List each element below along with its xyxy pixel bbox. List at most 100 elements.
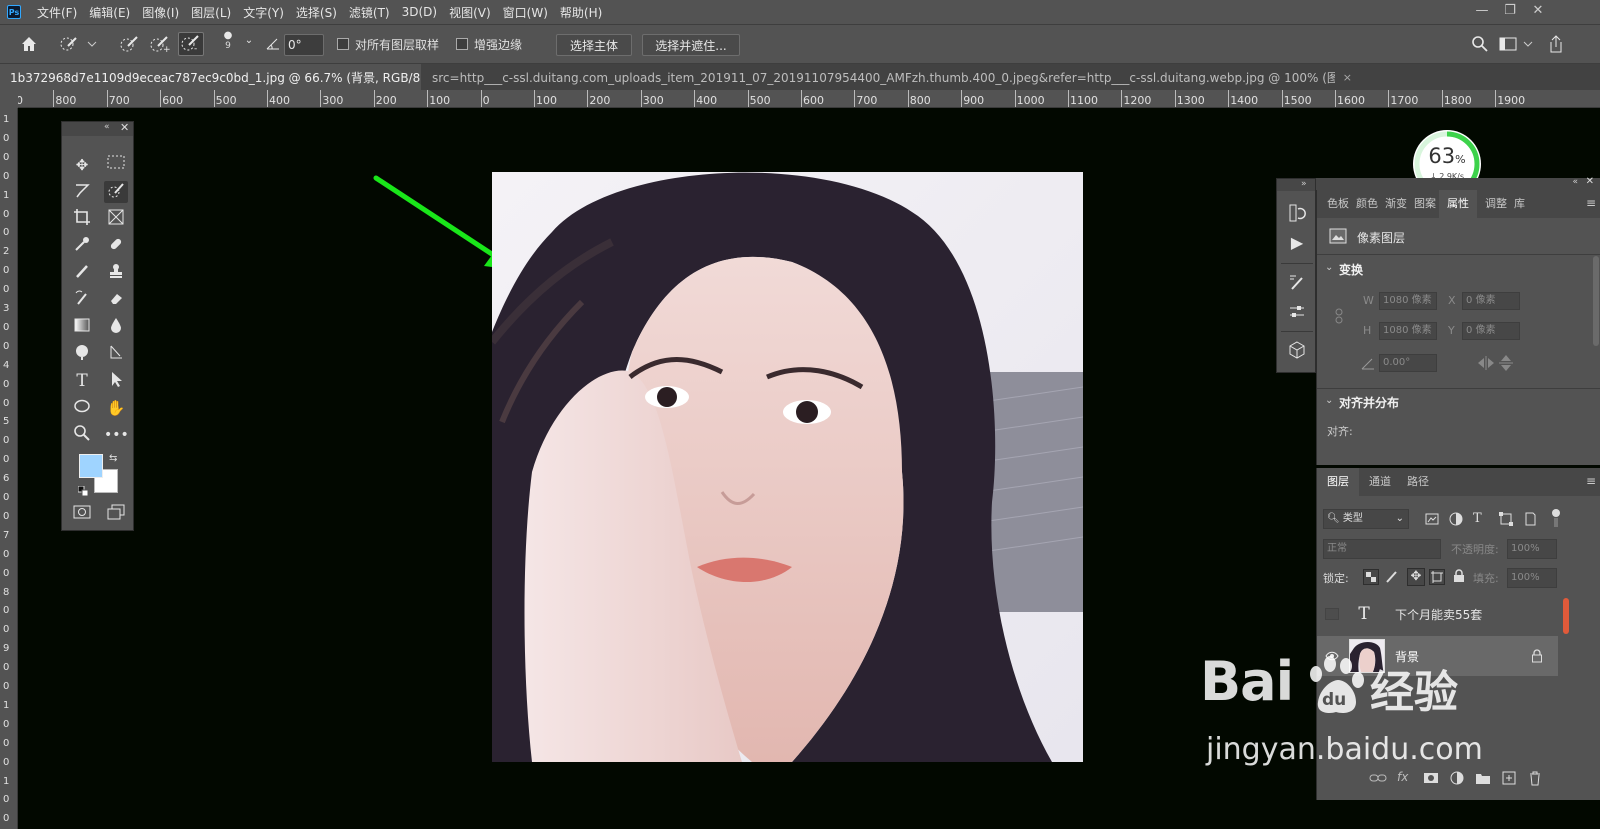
brush-settings-icon[interactable] [1286, 273, 1308, 297]
x-field[interactable]: 0 像素 [1462, 292, 1520, 310]
menu-file[interactable]: 文件(F) [31, 4, 83, 21]
tools-panel-header[interactable]: « ✕ [62, 121, 133, 136]
filter-shape-icon[interactable] [1499, 512, 1513, 526]
subtract-from-selection-brush-icon[interactable]: - [178, 32, 204, 56]
chevron-down-icon[interactable]: ⌄ [1325, 262, 1333, 273]
restore-icon[interactable]: ❐ [1500, 3, 1520, 21]
link-icon[interactable] [1333, 308, 1345, 324]
add-to-selection-brush-icon[interactable]: + [148, 34, 172, 58]
filter-type-icon[interactable]: T [1473, 511, 1482, 526]
swap-colors-icon[interactable]: ⇆ [109, 453, 117, 464]
lock-all-icon[interactable] [1453, 569, 1467, 585]
properties-scrollbar[interactable] [1593, 256, 1599, 346]
close-icon[interactable]: ✕ [1586, 176, 1594, 187]
tab-color[interactable]: 颜色 [1356, 190, 1378, 218]
vertical-ruler[interactable]: 1 0 0 0 1 0 0 2 0 0 3 0 0 4 0 0 5 0 0 6 0 0 7 0 0 8 0 0 9 0 0 1 0 0 0 1 0 0 [0, 108, 18, 829]
tab-patterns[interactable]: 图案 [1414, 190, 1436, 218]
hand-tool-icon[interactable]: ✋ [104, 397, 128, 419]
share-icon[interactable] [1546, 34, 1566, 58]
visibility-toggle-off[interactable] [1325, 608, 1339, 620]
trash-icon[interactable] [1527, 770, 1543, 786]
enhance-edge-checkbox[interactable] [456, 38, 468, 50]
quick-selection-preset-icon[interactable] [58, 34, 98, 58]
default-colors-icon[interactable] [77, 485, 89, 497]
angle-input[interactable]: 0° [284, 34, 324, 56]
layer-row-text[interactable]: T 下个月能卖55套 [1317, 594, 1558, 634]
quick-selection-tool-icon[interactable] [104, 181, 128, 203]
lock-artboard-icon[interactable] [1429, 569, 1445, 585]
tab-adjustments[interactable]: 调整 [1485, 190, 1507, 218]
3d-cube-icon[interactable] [1286, 341, 1308, 363]
foreground-color-swatch[interactable] [79, 454, 103, 478]
close-icon[interactable]: ✕ [120, 121, 129, 134]
pen-tool-icon[interactable] [104, 343, 128, 365]
tab-document-1[interactable]: 1b372968d7e1109d9eceac787ec9c0bd_1.jpg @… [0, 64, 421, 90]
select-subject-button[interactable]: 选择主体 [556, 34, 632, 56]
portrait-photo[interactable] [492, 172, 1083, 762]
close-icon[interactable]: × [1343, 71, 1352, 84]
panel-menu-icon[interactable]: ≡ [1586, 196, 1596, 210]
panel-menu-icon[interactable]: ≡ [1586, 474, 1596, 488]
filter-pixel-icon[interactable] [1425, 512, 1439, 526]
lock-pixels-icon[interactable] [1385, 569, 1401, 585]
menu-help[interactable]: 帮助(H) [554, 4, 608, 21]
blur-tool-icon[interactable] [104, 316, 128, 338]
dodge-tool-icon[interactable] [70, 343, 94, 365]
home-icon[interactable] [18, 35, 40, 57]
more-tools-icon[interactable]: ••• [104, 424, 129, 446]
quick-mask-icon[interactable] [70, 504, 94, 526]
type-tool-icon[interactable]: T [70, 370, 94, 392]
new-layer-icon[interactable] [1501, 770, 1517, 786]
move-tool-icon[interactable]: ✥ [70, 154, 94, 176]
menu-3d[interactable]: 3D(D) [396, 5, 443, 19]
screen-mode-icon[interactable] [104, 504, 128, 526]
menu-view[interactable]: 视图(V) [443, 4, 497, 21]
tab-channels[interactable]: 通道 [1369, 468, 1391, 496]
tab-swatches[interactable]: 色板 [1327, 190, 1349, 218]
collapse-icon[interactable]: « [104, 122, 110, 132]
eraser-tool-icon[interactable] [104, 289, 128, 311]
height-field[interactable]: 1080 像素 [1379, 322, 1437, 340]
brush-size-picker[interactable]: ● 9 [218, 31, 238, 52]
chevron-down-icon[interactable]: ⌄ [1325, 395, 1333, 406]
filter-toggle[interactable] [1551, 508, 1561, 528]
marquee-tool-icon[interactable] [104, 154, 128, 176]
menu-type[interactable]: 文字(Y) [237, 4, 290, 21]
sample-all-layers-checkbox[interactable] [337, 38, 349, 50]
expand-icon[interactable]: » [1277, 179, 1315, 191]
menu-select[interactable]: 选择(S) [290, 4, 343, 21]
flip-horizontal-icon[interactable] [1477, 356, 1495, 370]
healing-brush-tool-icon[interactable] [104, 235, 128, 257]
history-panel-icon[interactable] [1286, 203, 1308, 227]
path-selection-tool-icon[interactable] [104, 370, 128, 392]
search-icon[interactable] [1470, 35, 1490, 57]
tab-paths[interactable]: 路径 [1407, 468, 1429, 496]
filter-adjustment-icon[interactable] [1449, 512, 1463, 526]
lasso-tool-icon[interactable] [70, 181, 94, 203]
frame-tool-icon[interactable] [104, 208, 128, 230]
ellipse-tool-icon[interactable] [70, 397, 94, 419]
gradient-tool-icon[interactable] [70, 316, 94, 338]
horizontal-ruler[interactable]: 0800700600500400300200100010020030040050… [18, 90, 1600, 108]
tab-layers[interactable]: 图层 [1317, 468, 1359, 496]
new-selection-brush-icon[interactable] [118, 34, 142, 58]
collapse-icon[interactable]: « [1572, 177, 1578, 187]
clone-stamp-tool-icon[interactable] [104, 262, 128, 284]
tab-libraries[interactable]: 库 [1514, 190, 1525, 218]
workspace-switcher-icon[interactable] [1498, 35, 1534, 57]
close-window-icon[interactable]: ✕ [1528, 3, 1548, 21]
properties-panel-header[interactable]: ✕ « [1316, 176, 1600, 190]
layer-filter-select[interactable]: 🔍︎ 类型 ⌄ [1323, 509, 1409, 529]
chevron-down-icon[interactable]: ⌄ [242, 35, 256, 46]
menu-edit[interactable]: 编辑(E) [83, 4, 136, 21]
brush-tool-icon[interactable] [70, 262, 94, 284]
select-and-mask-button[interactable]: 选择并遮住... [642, 34, 740, 56]
flip-vertical-icon[interactable] [1499, 354, 1513, 372]
menu-filter[interactable]: 滤镜(T) [343, 4, 396, 21]
lock-transparent-icon[interactable] [1363, 569, 1379, 585]
width-field[interactable]: 1080 像素 [1379, 292, 1437, 310]
layer-name[interactable]: 下个月能卖55套 [1395, 606, 1482, 623]
zoom-tool-icon[interactable] [70, 424, 94, 446]
tab-gradients[interactable]: 渐变 [1385, 190, 1407, 218]
rotation-field[interactable]: 0.00° [1379, 354, 1437, 372]
